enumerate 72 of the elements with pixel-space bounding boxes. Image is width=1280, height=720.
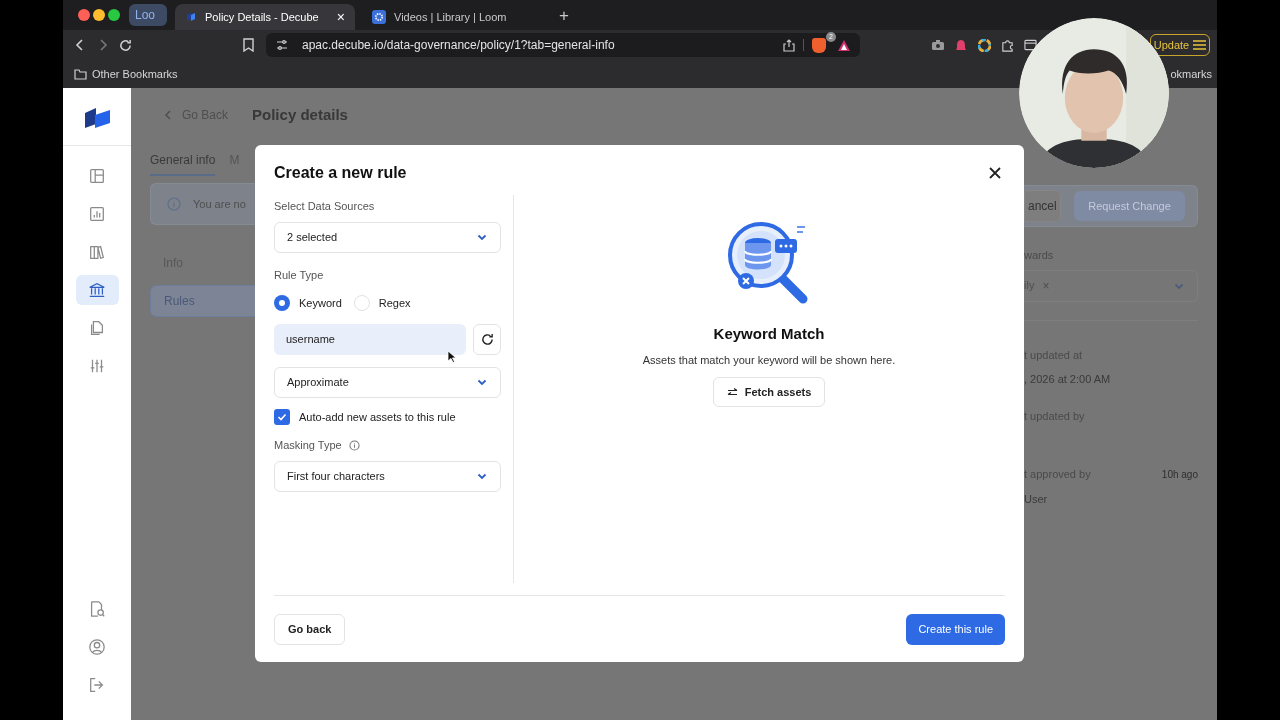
chevron-left-icon [164, 110, 172, 120]
refresh-icon [480, 332, 494, 346]
user-icon [88, 638, 106, 656]
bank-icon [88, 281, 106, 299]
url-text: apac.decube.io/data-governance/policy/1?tab=general-info [302, 37, 616, 54]
field-label: Select Data Sources [274, 199, 376, 214]
sidebar-item[interactable] [75, 275, 119, 305]
field-value: User [1024, 491, 1049, 507]
share-icon[interactable] [783, 38, 795, 52]
bookmark-link[interactable]: okmarks [1170, 65, 1212, 83]
radio-button[interactable] [274, 295, 290, 312]
swap-icon [726, 387, 738, 397]
preview-title: Keyword Match [713, 324, 825, 344]
minimize-window-button[interactable] [93, 9, 105, 21]
checkmark-icon [277, 411, 287, 422]
new-tab-button[interactable]: + [559, 6, 569, 24]
bookmark-link[interactable]: Other Bookmarks [92, 65, 178, 83]
books-icon [88, 243, 106, 261]
match-select[interactable]: Approximate [274, 366, 501, 398]
radio-option[interactable]: Regex [353, 295, 411, 312]
masking-select[interactable]: First four characters [274, 460, 501, 492]
field-label: Rule Type [274, 267, 325, 283]
field-label: Masking Type [274, 438, 342, 453]
bookmark-icon[interactable] [243, 38, 254, 52]
chart-icon [88, 205, 106, 223]
camera-icon[interactable] [932, 40, 944, 50]
modal-title: Create a new rule [274, 163, 407, 183]
bell-icon[interactable] [955, 38, 967, 52]
tab-group-chip[interactable]: Loo [129, 4, 167, 26]
browser-tab[interactable]: Videos | Library | Loom [362, 4, 542, 30]
radio-option[interactable]: Keyword [274, 295, 342, 312]
notice-text: You are no [193, 196, 246, 212]
layout-icon [88, 167, 106, 185]
sliders-icon [88, 357, 106, 375]
tab-title: Videos | Library | Loom [394, 9, 508, 25]
cursor-icon [447, 350, 456, 363]
gear-icon [372, 10, 386, 24]
create-rule-button[interactable]: Create this rule [906, 614, 1005, 645]
checkbox[interactable] [274, 408, 290, 425]
refresh-button[interactable] [473, 323, 501, 355]
tab-close-button[interactable]: × [336, 10, 345, 24]
document-search-icon [88, 600, 106, 618]
close-window-button[interactable] [78, 9, 90, 21]
timestamp: 10h ago [1161, 467, 1198, 482]
puzzle-icon[interactable] [1001, 38, 1014, 52]
logo-icon [84, 107, 110, 129]
data-sources-select[interactable]: 2 selected [274, 221, 501, 253]
folder-icon [74, 68, 87, 80]
maximize-window-button[interactable] [108, 9, 120, 21]
checkbox-label: Auto-add new assets to this rule [299, 409, 456, 425]
close-icon[interactable] [989, 167, 1001, 179]
info-icon [167, 197, 181, 211]
go-back-button[interactable]: Go back [274, 614, 346, 645]
reload-icon[interactable] [119, 38, 132, 52]
tab-title: Policy Details - Decube [205, 9, 320, 25]
page-title: Policy details [252, 104, 348, 125]
menu-icon [1193, 40, 1207, 50]
browser-tab[interactable]: Policy Details - Decube × [175, 4, 355, 30]
window-icon[interactable] [1024, 39, 1037, 51]
triangle-icon[interactable] [838, 39, 850, 51]
documents-icon [88, 319, 106, 337]
back-icon[interactable] [74, 39, 86, 51]
field-value: , 2026 at 2:00 AM [1024, 372, 1112, 387]
forward-icon[interactable] [97, 39, 109, 51]
site-settings-icon [276, 39, 288, 51]
color-wheel-icon[interactable] [978, 38, 991, 52]
keyword-input[interactable]: username [274, 323, 466, 355]
fetch-assets-button[interactable]: Fetch assets [712, 377, 826, 407]
cube-icon [185, 11, 197, 23]
preview-description: Assets that match your keyword will be shown here. [642, 352, 896, 368]
logout-icon [88, 676, 106, 694]
info-icon [348, 439, 360, 451]
